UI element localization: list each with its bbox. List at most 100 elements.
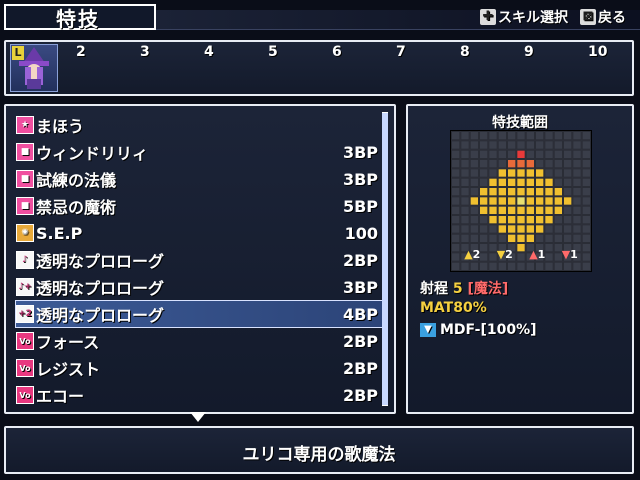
range-cell xyxy=(507,196,517,206)
vocal-icon: Vo xyxy=(16,386,34,404)
range-cell xyxy=(563,187,573,197)
range-cell xyxy=(451,196,461,206)
range-cell xyxy=(525,205,535,215)
range-cell xyxy=(544,224,554,234)
range-cell xyxy=(563,140,573,150)
range-cell xyxy=(525,215,535,225)
range-cell xyxy=(581,196,592,206)
range-cell xyxy=(581,131,592,141)
party-slot-4[interactable]: 4 xyxy=(204,44,214,60)
range-cell xyxy=(507,233,517,243)
skill-row-selected[interactable]: +2 透明なプロローグ 4BP xyxy=(15,300,385,328)
range-cell xyxy=(451,205,461,215)
range-cell xyxy=(581,205,592,215)
range-cell xyxy=(572,261,582,272)
range-cell xyxy=(497,205,508,215)
range-cell xyxy=(479,205,489,215)
skill-row[interactable]: ■ ウィンドリリィ 3BP xyxy=(16,139,384,165)
range-cell xyxy=(460,205,470,215)
party-slot-2[interactable]: 2 xyxy=(76,44,86,60)
range-cell xyxy=(525,224,535,234)
range-cell xyxy=(553,215,563,225)
range-cell xyxy=(525,196,535,206)
range-cell xyxy=(525,140,535,150)
range-cell xyxy=(563,168,573,178)
range-cell xyxy=(488,224,498,234)
range-cell xyxy=(488,149,498,159)
range-cell xyxy=(572,233,582,243)
range-cell xyxy=(516,224,526,234)
party-slot-7[interactable]: 7 xyxy=(396,44,406,60)
range-cell xyxy=(507,168,517,178)
skill-row[interactable]: Vo レジスト 2BP xyxy=(16,355,384,381)
range-cell xyxy=(460,149,470,159)
range-cell xyxy=(572,149,582,159)
range-cell xyxy=(469,149,479,159)
range-cell xyxy=(544,205,554,215)
skill-row[interactable]: ★ まほう xyxy=(16,112,384,138)
range-cell xyxy=(563,159,573,169)
party-slot-6[interactable]: 6 xyxy=(332,44,342,60)
scrollbar-thumb[interactable] xyxy=(382,113,388,405)
range-cell xyxy=(553,149,563,159)
skill-row[interactable]: Vo フォース 2BP xyxy=(16,328,384,354)
skill-row[interactable]: ✺ S.E.P 100 xyxy=(16,220,384,246)
range-cell xyxy=(563,177,573,188)
range-cell xyxy=(535,261,545,272)
range-cell xyxy=(572,187,582,197)
range-cell xyxy=(460,131,470,141)
range-cell xyxy=(544,140,554,150)
range-cell xyxy=(563,196,573,206)
character-portrait-yuriko[interactable]: L xyxy=(10,44,58,92)
range-cell xyxy=(581,159,592,169)
range-cell xyxy=(469,131,479,141)
range-cell xyxy=(488,177,498,188)
range-cell xyxy=(563,261,573,272)
range-cell xyxy=(535,177,545,188)
range-cell xyxy=(516,196,526,206)
party-slot-3[interactable]: 3 xyxy=(140,44,150,60)
range-cell xyxy=(563,131,573,141)
skill-list-scrollbar[interactable] xyxy=(382,112,388,406)
range-cell xyxy=(451,131,461,141)
range-cell xyxy=(469,233,479,243)
range-cell xyxy=(469,196,479,206)
skill-row[interactable]: ■ 禁忌の魔術 5BP xyxy=(16,193,384,219)
party-slot-9[interactable]: 9 xyxy=(524,44,534,60)
range-cell xyxy=(516,215,526,225)
skill-row[interactable]: ■ 試練の法儀 3BP xyxy=(16,166,384,192)
range-cell xyxy=(553,159,563,169)
party-slot-8[interactable]: 8 xyxy=(460,44,470,60)
range-cell xyxy=(553,233,563,243)
range-cell xyxy=(581,224,592,234)
mat-stat: MAT80% xyxy=(420,300,487,316)
range-cell xyxy=(544,196,554,206)
range-cell xyxy=(535,233,545,243)
range-cell xyxy=(572,140,582,150)
range-cell xyxy=(516,168,526,178)
skill-row[interactable]: ♪ 透明なプロローグ 2BP xyxy=(16,247,384,273)
range-cell xyxy=(497,224,508,234)
range-cell xyxy=(516,131,526,141)
range-cell xyxy=(525,261,535,272)
magic-icon: ■ xyxy=(16,143,34,161)
party-slot-10[interactable]: 10 xyxy=(588,44,607,60)
range-cell xyxy=(479,224,489,234)
skill-row[interactable]: ♪+ 透明なプロローグ 3BP xyxy=(16,274,384,300)
height-up-red-icon: ▲1 xyxy=(529,248,546,261)
skill-row[interactable]: Vo エコー 2BP xyxy=(16,382,384,408)
hint-back[interactable]: ⊠ 戻る xyxy=(580,7,626,27)
range-cell xyxy=(572,131,582,141)
range-cell xyxy=(525,131,535,141)
range-cell xyxy=(460,196,470,206)
range-cell xyxy=(479,187,489,197)
range-cell xyxy=(572,215,582,225)
range-cell xyxy=(451,168,461,178)
range-cell xyxy=(460,177,470,188)
range-cell xyxy=(572,177,582,188)
range-cell xyxy=(516,205,526,215)
scroll-down-arrow-icon[interactable] xyxy=(190,412,206,422)
party-slot-5[interactable]: 5 xyxy=(268,44,278,60)
range-cell xyxy=(535,224,545,234)
range-cell xyxy=(488,261,498,272)
